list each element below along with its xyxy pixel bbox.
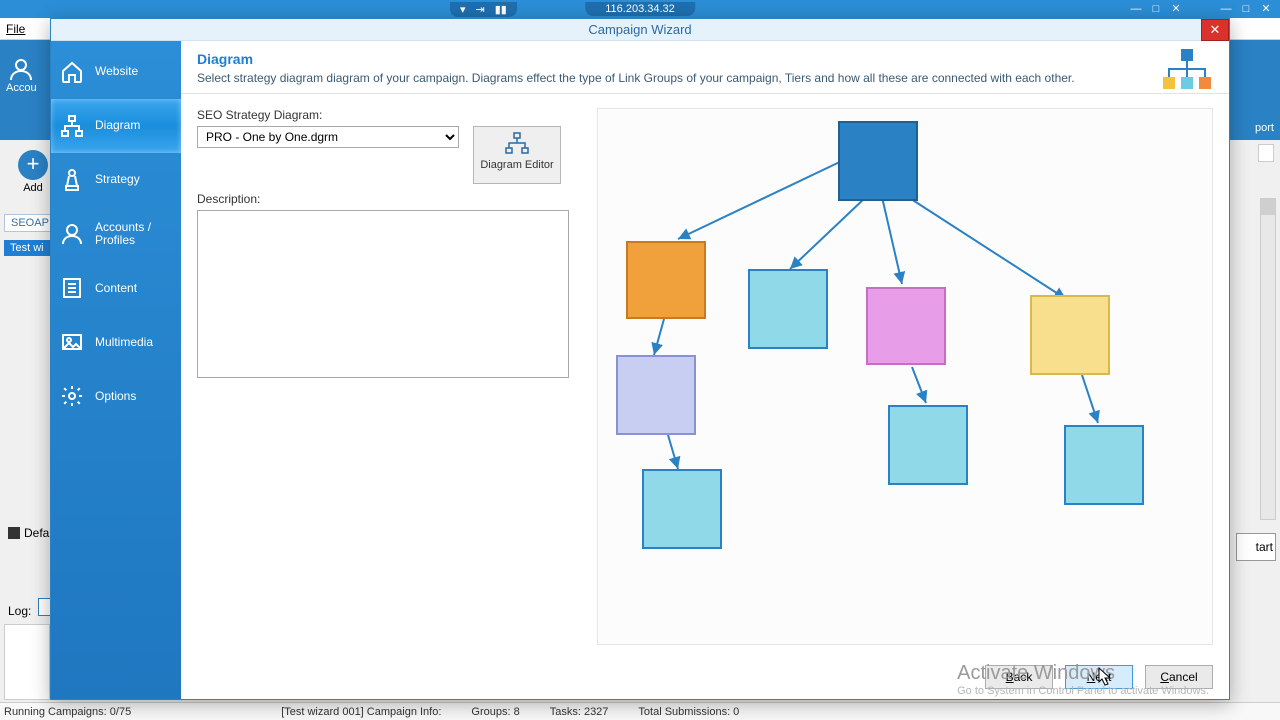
wizard-header: Diagram Select strategy diagram diagram … xyxy=(181,41,1229,94)
wizard-main: Diagram Select strategy diagram diagram … xyxy=(181,41,1229,699)
description-label: Description: xyxy=(197,192,577,206)
strategy-dropdown[interactable]: PRO - One by One.dgrm xyxy=(197,126,459,148)
status-tasks: Tasks: 2327 xyxy=(550,706,609,718)
bg-log-area xyxy=(4,624,50,700)
strategy-label: SEO Strategy Diagram: xyxy=(197,108,577,122)
wizard-header-title: Diagram xyxy=(197,51,1213,67)
diagram-editor-button[interactable]: Diagram Editor xyxy=(473,126,561,184)
sidebar-item-label: Strategy xyxy=(95,173,140,186)
status-running: Running Campaigns: 0/75 xyxy=(4,706,131,718)
wizard-titlebar[interactable]: Campaign Wizard ✕ xyxy=(51,19,1229,41)
bg-port-label: port xyxy=(1255,122,1274,134)
sidebar-item-multimedia[interactable]: Multimedia xyxy=(51,315,181,369)
status-campaign: [Test wizard 001] Campaign Info: xyxy=(281,706,441,718)
diagram-node xyxy=(838,121,918,201)
document-icon xyxy=(59,275,85,301)
bg-row[interactable]: Test wi xyxy=(4,240,50,256)
wizard-footer: Activate Windows Go to System in Control… xyxy=(181,655,1229,699)
outer-minimize-button[interactable]: — xyxy=(1126,2,1146,16)
gear-icon xyxy=(59,383,85,409)
wizard-title-text: Campaign Wizard xyxy=(588,22,691,37)
diagram-node xyxy=(1064,425,1144,505)
diagram-node xyxy=(642,469,722,549)
diagram-header-icon xyxy=(1159,47,1215,96)
app-maximize-button[interactable]: □ xyxy=(1236,2,1256,16)
status-groups: Groups: 8 xyxy=(471,706,519,718)
status-bar: Running Campaigns: 0/75 [Test wizard 001… xyxy=(0,702,1280,720)
hierarchy-icon xyxy=(59,113,85,139)
pill-caret-icon[interactable]: ▾ xyxy=(460,3,466,16)
sidebar-item-content[interactable]: Content xyxy=(51,261,181,315)
ip-pill: 116.203.34.32 xyxy=(585,2,695,16)
sidebar-item-options[interactable]: Options xyxy=(51,369,181,423)
diagram-node xyxy=(748,269,828,349)
home-icon xyxy=(59,59,85,85)
inner-title-pill: ▾ ⇥ ▮▮ xyxy=(450,2,517,17)
sidebar-item-strategy[interactable]: Strategy xyxy=(51,153,181,207)
wizard-controls: SEO Strategy Diagram: PRO - One by One.d… xyxy=(197,108,577,655)
app-close-button[interactable]: ✕ xyxy=(1256,2,1276,16)
checkbox-icon xyxy=(8,527,20,539)
ip-text: 116.203.34.32 xyxy=(605,3,675,15)
activate-windows-watermark: Activate Windows Go to System in Control… xyxy=(957,662,1209,697)
pill-pin-icon[interactable]: ⇥ xyxy=(476,3,485,16)
bg-log-label: Log: xyxy=(8,604,31,618)
status-subs: Total Submissions: 0 xyxy=(638,706,739,718)
pill-signal-icon[interactable]: ▮▮ xyxy=(495,3,507,16)
diagram-node xyxy=(888,405,968,485)
plus-icon: + xyxy=(18,150,48,180)
bg-default-checkbox[interactable]: Defa xyxy=(8,526,49,540)
sidebar-item-label: Accounts / Profiles xyxy=(95,221,173,247)
bg-start-button[interactable]: tart xyxy=(1236,533,1276,561)
image-icon xyxy=(59,329,85,355)
bg-ls-field[interactable] xyxy=(1258,144,1274,162)
bg-tab[interactable]: SEOAP xyxy=(4,214,56,232)
sidebar-item-website[interactable]: Website xyxy=(51,45,181,99)
file-menu[interactable]: File xyxy=(6,22,25,36)
diagram-node xyxy=(1030,295,1110,375)
bg-scrollbar[interactable] xyxy=(1260,198,1276,520)
description-textarea[interactable] xyxy=(197,210,569,378)
sidebar-item-accounts[interactable]: Accounts / Profiles xyxy=(51,207,181,261)
sidebar-item-label: Website xyxy=(95,65,138,78)
diagram-node xyxy=(866,287,946,365)
wizard-close-button[interactable]: ✕ xyxy=(1201,19,1229,41)
user-icon xyxy=(59,221,85,247)
bg-account-button[interactable]: Accou xyxy=(6,58,37,94)
sidebar-item-label: Options xyxy=(95,390,136,403)
outer-close-button[interactable]: ✕ xyxy=(1166,2,1186,16)
sidebar-item-label: Diagram xyxy=(95,119,140,132)
wizard-sidebar: Website Diagram Strategy Accounts / Prof… xyxy=(51,41,181,699)
chess-icon xyxy=(59,167,85,193)
diagram-preview xyxy=(597,108,1213,645)
sidebar-item-label: Content xyxy=(95,282,137,295)
app-minimize-button[interactable]: — xyxy=(1216,2,1236,16)
sidebar-item-diagram[interactable]: Diagram xyxy=(51,99,181,153)
diagram-node xyxy=(616,355,696,435)
outer-titlebar: ▾ ⇥ ▮▮ 116.203.34.32 — □ ✕ — □ ✕ xyxy=(0,0,1280,18)
sidebar-item-label: Multimedia xyxy=(95,336,153,349)
wizard-header-desc: Select strategy diagram diagram of your … xyxy=(197,71,1213,85)
bg-add-button[interactable]: + Add xyxy=(18,150,48,194)
outer-maximize-button[interactable]: □ xyxy=(1146,2,1166,16)
campaign-wizard-window: Campaign Wizard ✕ Website Diagram Strat xyxy=(50,18,1230,700)
diagram-node xyxy=(626,241,706,319)
